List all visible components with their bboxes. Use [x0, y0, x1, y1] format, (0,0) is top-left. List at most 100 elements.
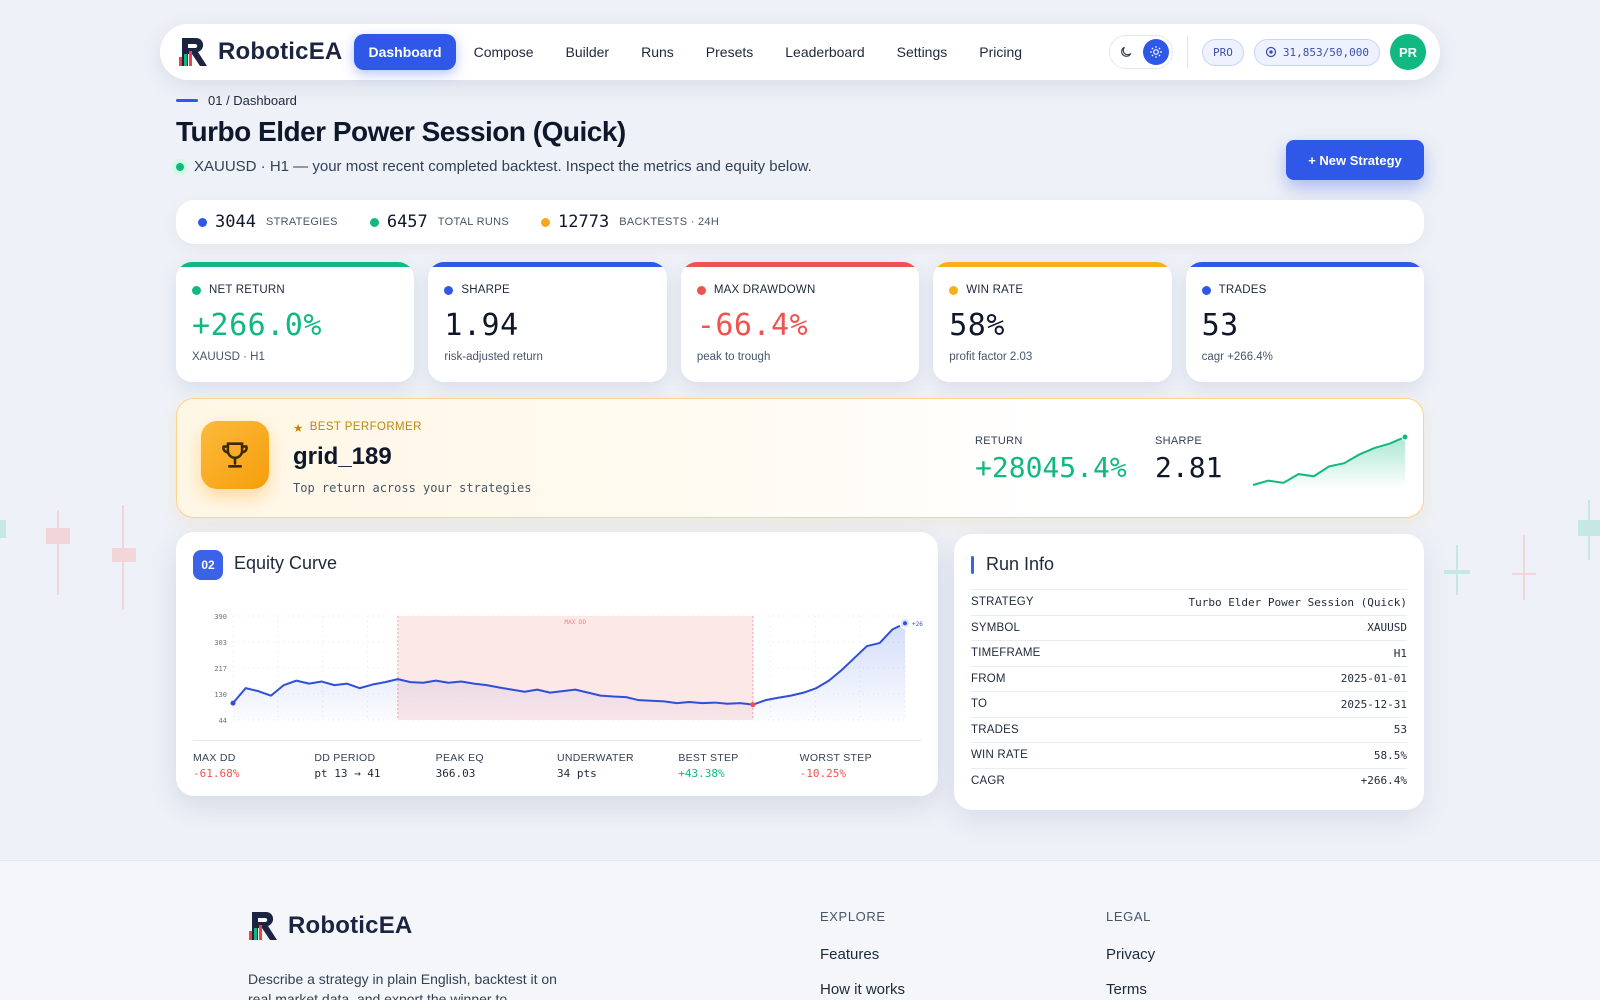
breadcrumb-accent — [176, 99, 198, 102]
best-return: RETURN +28045.4% — [975, 435, 1127, 484]
nav-item-compose[interactable]: Compose — [460, 35, 548, 69]
footer-link-privacy[interactable]: Privacy — [1106, 946, 1155, 963]
metric-label: SHARPE — [461, 284, 510, 296]
nav-item-dashboard[interactable]: Dashboard — [354, 34, 456, 70]
run-info-key: STRATEGY — [971, 596, 1034, 609]
equity-curve-title: Equity Curve — [234, 553, 338, 573]
equity-stat: UNDERWATER 34 pts — [557, 752, 678, 780]
metric-sub: XAUUSD · H1 — [192, 351, 265, 363]
equity-end-label: +26 — [912, 621, 923, 628]
best-performer-card[interactable]: ★ BEST PERFORMER grid_189 Top return acr… — [176, 398, 1424, 518]
metric-accent-bar — [680, 262, 920, 267]
nav-item-settings[interactable]: Settings — [883, 35, 962, 69]
run-info-key: WIN RATE — [971, 749, 1028, 762]
footer-link-features[interactable]: Features — [820, 946, 905, 963]
nav-item-runs[interactable]: Runs — [627, 35, 688, 69]
run-info-value: 53 — [1393, 723, 1407, 737]
best-sharpe-value: 2.81 — [1155, 451, 1223, 484]
moon-icon[interactable] — [1113, 39, 1139, 65]
metric-dot — [1201, 285, 1211, 295]
metric-card[interactable]: TRADES 53 cagr +266.4% — [1185, 262, 1425, 382]
y-tick-label: 130 — [214, 691, 227, 699]
run-info-row: TRADES 53 — [971, 716, 1407, 743]
equity-stat-value: 366.03 — [435, 767, 476, 780]
sun-icon[interactable] — [1143, 39, 1170, 65]
nav-item-pricing[interactable]: Pricing — [965, 35, 1036, 69]
plan-badge: PRO — [1202, 38, 1244, 66]
stat-label: TOTAL RUNS — [437, 216, 510, 228]
run-info-key: TIMEFRAME — [971, 647, 1041, 660]
metric-label: TRADES — [1218, 284, 1267, 296]
credits-badge[interactable]: 31,853/50,000 — [1253, 38, 1380, 66]
nav-item-presets[interactable]: Presets — [692, 35, 767, 69]
metric-dot — [192, 285, 201, 295]
metric-value: 1.94 — [444, 308, 519, 343]
logo-mark-icon — [249, 912, 277, 940]
run-info-value: 2025-12-31 — [1340, 697, 1407, 711]
metric-card[interactable]: WIN RATE 58% profit factor 2.03 — [933, 262, 1172, 382]
stats-bar: 3044 STRATEGIES 6457 TOTAL RUNS 12773 BACKTES… — [176, 200, 1424, 244]
title-accent — [971, 555, 974, 574]
y-tick-label: 217 — [214, 665, 227, 673]
run-info-key: TRADES — [971, 723, 1019, 736]
metric-card[interactable]: NET RETURN +266.0% XAUUSD · H1 — [176, 262, 415, 382]
footer-link-terms[interactable]: Terms — [1106, 981, 1155, 998]
run-info-row: TIMEFRAME H1 — [971, 640, 1407, 666]
run-info-row: SYMBOL XAUUSD — [971, 614, 1407, 641]
equity-stat-label: DD PERIOD — [314, 752, 376, 764]
theme-toggle[interactable] — [1109, 35, 1174, 69]
run-info-title: Run Info — [971, 554, 1054, 575]
best-sparkline — [1252, 433, 1409, 489]
best-sharpe-label: SHARPE — [1155, 435, 1203, 447]
drawdown-trough-point — [750, 702, 756, 708]
metric-dot — [949, 285, 959, 295]
metric-label: WIN RATE — [966, 284, 1024, 296]
run-info-key: FROM — [971, 672, 1006, 685]
avatar[interactable]: PR — [1390, 34, 1426, 70]
drawdown-label: MAX DD — [564, 619, 586, 626]
metric-dot — [444, 285, 454, 295]
nav-item-builder[interactable]: Builder — [552, 35, 624, 69]
equity-start-point — [230, 700, 236, 706]
footer-logo[interactable]: RoboticEA — [246, 907, 412, 945]
stat-dot — [541, 217, 551, 227]
nav-item-leaderboard[interactable]: Leaderboard — [771, 35, 878, 69]
best-return-value: +28045.4% — [975, 451, 1127, 484]
equity-chart[interactable]: 44 130 217 303 390 MAX DD +26 — [193, 590, 923, 730]
page-subtitle-text: XAUUSD · H1 — your most recent completed… — [194, 158, 812, 175]
footer-description: Describe a strategy in plain English, ba… — [248, 971, 557, 1000]
equity-curve-card: 02 Equity Curve 44 130 217 303 390 MAX DD +26 … — [176, 532, 938, 796]
metric-label: MAX DRAWDOWN — [713, 284, 816, 296]
footer-brand-name: RoboticEA — [288, 912, 413, 939]
new-strategy-button[interactable]: + New Strategy — [1286, 140, 1424, 180]
nav-actions: PRO 31,853/50,000 PR — [1109, 34, 1426, 70]
stat-dot — [369, 217, 379, 227]
footer-legal-heading: LEGAL — [1106, 909, 1151, 924]
run-info-row: TO 2025-12-31 — [971, 691, 1407, 717]
y-tick-label: 390 — [214, 613, 227, 621]
metric-card[interactable]: SHARPE 1.94 risk-adjusted return — [428, 262, 667, 382]
run-info-row: STRATEGY Turbo Elder Power Session (Quick… — [971, 589, 1407, 615]
metric-value: 58% — [949, 308, 1005, 343]
equity-stat-label: PEAK EQ — [435, 752, 484, 764]
equity-stat-label: WORST STEP — [799, 752, 872, 764]
metric-value: 53 — [1201, 308, 1239, 343]
stat-item: 3044 STRATEGIES — [198, 212, 338, 232]
metric-cards: NET RETURN +266.0% XAUUSD · H1 SHARPE 1.94 ri… — [176, 262, 1425, 382]
footer: RoboticEA Describe a strategy in plain E… — [0, 860, 1600, 1000]
metric-value: -66.4% — [696, 308, 809, 343]
run-info-row: FROM 2025-01-01 — [971, 665, 1407, 692]
plan-badge-text: PRO — [1213, 45, 1233, 59]
footer-explore: EXPLORE Features How it works — [820, 909, 905, 998]
best-strategy-desc: Top return across your strategies — [293, 481, 532, 495]
run-info-key: TO — [971, 698, 988, 711]
run-info-value: H1 — [1393, 646, 1407, 660]
metric-card[interactable]: MAX DRAWDOWN -66.4% peak to trough — [680, 262, 920, 382]
footer-link-how-it-works[interactable]: How it works — [820, 981, 905, 998]
trophy-icon — [201, 421, 269, 489]
best-performer-tag: ★ BEST PERFORMER — [293, 421, 422, 435]
brand-logo[interactable]: RoboticEA — [176, 33, 342, 71]
metric-sub: profit factor 2.03 — [949, 351, 1033, 363]
best-return-label: RETURN — [975, 435, 1023, 447]
metric-header: TRADES — [1201, 284, 1408, 296]
